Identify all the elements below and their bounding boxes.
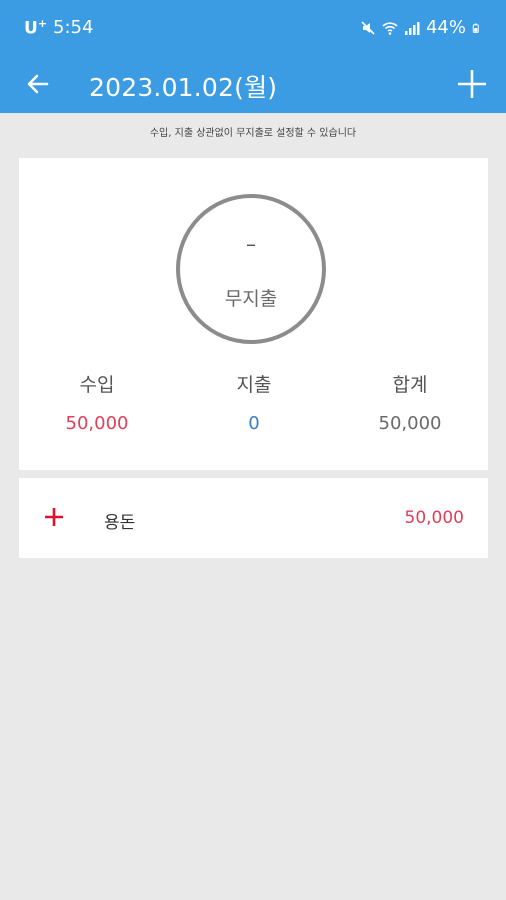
total-value: 50,000 [378,413,442,434]
total-label: 합계 [392,374,428,396]
top-bar: U+ 5:54 44% 2023.01.02(월) [0,0,506,113]
add-button[interactable] [452,64,492,104]
stats-row: 수입 50,000 지출 0 합계 50,000 [19,370,488,440]
income-value: 50,000 [65,413,129,434]
screen: U+ 5:54 44% 2023.01.02(월) 수입, 지출 상관없이 무지… [0,0,506,900]
no-spend-label: 무지출 [224,288,278,310]
entry-label: 용돈 [104,513,136,533]
income-type-icon [41,504,67,530]
plus-icon [45,508,63,526]
status-left: U+ 5:54 [24,17,93,39]
income-label: 수입 [79,374,115,396]
no-spend-value: – [246,232,256,256]
status-time: 5:54 [53,17,94,39]
carrier-label: U+ [24,17,48,39]
plus-icon [458,70,486,98]
total-stat: 합계 50,000 [330,370,490,434]
list-item[interactable]: 용돈 50,000 [19,478,488,558]
no-spend-toggle[interactable]: – 무지출 [176,194,326,344]
arrow-left-icon [27,74,49,94]
summary-card: – 무지출 수입 50,000 지출 0 합계 50,000 [19,158,488,470]
status-bar: U+ 5:54 44% [0,0,506,58]
hint-text: 수입, 지출 상관없이 무지출로 설정할 수 있습니다 [149,128,357,139]
signal-icon [404,21,420,35]
back-button[interactable] [18,64,58,104]
income-stat: 수입 50,000 [17,370,177,434]
expense-label: 지출 [236,374,272,396]
page-title: 2023.01.02(월) [89,73,278,102]
expense-value: 0 [248,413,260,434]
app-bar: 2023.01.02(월) [0,58,506,113]
battery-percent: 44% [425,17,466,38]
battery-icon [472,23,479,33]
status-right: 44% [360,17,482,38]
expense-stat: 지출 0 [174,370,334,434]
entry-amount: 50,000 [404,508,464,528]
mute-icon [361,20,375,35]
wifi-icon [382,21,398,35]
